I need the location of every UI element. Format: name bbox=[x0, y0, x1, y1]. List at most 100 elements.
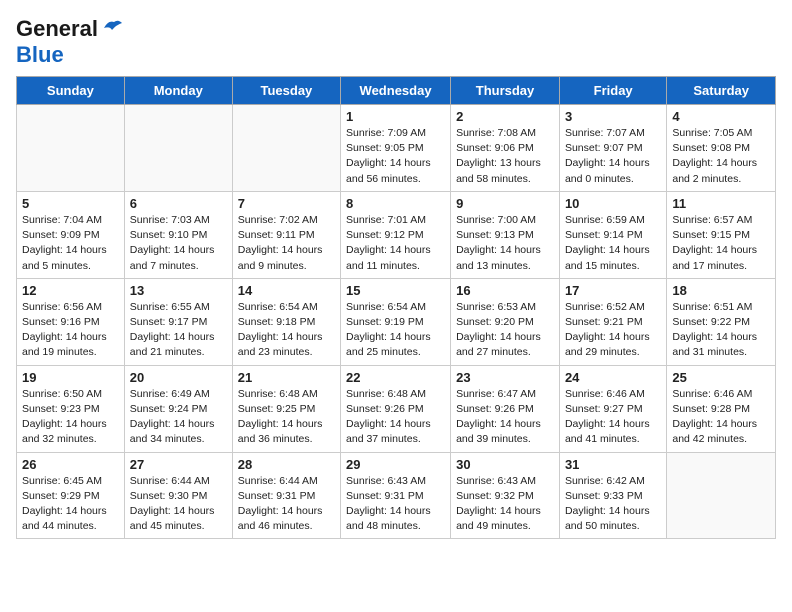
calendar-cell bbox=[17, 105, 125, 192]
day-number: 24 bbox=[565, 370, 661, 385]
col-header-friday: Friday bbox=[559, 77, 666, 105]
calendar-cell: 23 Sunrise: 6:47 AMSunset: 9:26 PMDayligh… bbox=[451, 365, 560, 452]
day-number: 16 bbox=[456, 283, 554, 298]
calendar-cell: 28 Sunrise: 6:44 AMSunset: 9:31 PMDayligh… bbox=[232, 452, 340, 539]
day-info: Sunrise: 7:07 AMSunset: 9:07 PMDaylight:… bbox=[565, 126, 661, 187]
calendar-cell: 13Sunrise: 6:55 AMSunset: 9:17 PMDayligh… bbox=[124, 278, 232, 365]
day-number: 4 bbox=[672, 109, 770, 124]
day-info: Sunrise: 6:48 AMSunset: 9:26 PMDaylight:… bbox=[346, 387, 445, 448]
calendar-cell: 8 Sunrise: 7:01 AMSunset: 9:12 PMDaylight… bbox=[341, 191, 451, 278]
calendar-cell: 14Sunrise: 6:54 AMSunset: 9:18 PMDayligh… bbox=[232, 278, 340, 365]
day-number: 12 bbox=[22, 283, 119, 298]
day-info: Sunrise: 7:02 AMSunset: 9:11 PMDaylight:… bbox=[238, 213, 335, 274]
calendar-cell: 31 Sunrise: 6:42 AMSunset: 9:33 PMDayligh… bbox=[559, 452, 666, 539]
calendar-cell: 7 Sunrise: 7:02 AMSunset: 9:11 PMDaylight… bbox=[232, 191, 340, 278]
day-info: Sunrise: 6:46 AMSunset: 9:28 PMDaylight:… bbox=[672, 387, 770, 448]
day-number: 23 bbox=[456, 370, 554, 385]
day-number: 31 bbox=[565, 457, 661, 472]
calendar-week-5: 26 Sunrise: 6:45 AMSunset: 9:29 PMDayligh… bbox=[17, 452, 776, 539]
calendar-cell bbox=[232, 105, 340, 192]
day-info: Sunrise: 6:56 AMSunset: 9:16 PMDaylight:… bbox=[22, 300, 119, 361]
day-number: 6 bbox=[130, 196, 227, 211]
day-number: 3 bbox=[565, 109, 661, 124]
day-info: Sunrise: 6:49 AMSunset: 9:24 PMDaylight:… bbox=[130, 387, 227, 448]
day-info: Sunrise: 6:42 AMSunset: 9:33 PMDaylight:… bbox=[565, 474, 661, 535]
calendar-cell: 1 Sunrise: 7:09 AMSunset: 9:05 PMDaylight… bbox=[341, 105, 451, 192]
day-info: Sunrise: 7:09 AMSunset: 9:05 PMDaylight:… bbox=[346, 126, 445, 187]
day-info: Sunrise: 7:03 AMSunset: 9:10 PMDaylight:… bbox=[130, 213, 227, 274]
day-info: Sunrise: 6:44 AMSunset: 9:31 PMDaylight:… bbox=[238, 474, 335, 535]
day-info: Sunrise: 6:54 AMSunset: 9:19 PMDaylight:… bbox=[346, 300, 445, 361]
calendar-cell bbox=[667, 452, 776, 539]
day-number: 5 bbox=[22, 196, 119, 211]
day-number: 11 bbox=[672, 196, 770, 211]
day-info: Sunrise: 6:53 AMSunset: 9:20 PMDaylight:… bbox=[456, 300, 554, 361]
logo: General Blue bbox=[16, 16, 124, 68]
calendar-cell: 27Sunrise: 6:44 AMSunset: 9:30 PMDayligh… bbox=[124, 452, 232, 539]
day-number: 1 bbox=[346, 109, 445, 124]
calendar-cell: 15 Sunrise: 6:54 AMSunset: 9:19 PMDayligh… bbox=[341, 278, 451, 365]
day-number: 2 bbox=[456, 109, 554, 124]
day-info: Sunrise: 7:08 AMSunset: 9:06 PMDaylight:… bbox=[456, 126, 554, 187]
day-number: 8 bbox=[346, 196, 445, 211]
day-info: Sunrise: 7:05 AMSunset: 9:08 PMDaylight:… bbox=[672, 126, 770, 187]
day-number: 27 bbox=[130, 457, 227, 472]
day-info: Sunrise: 7:00 AMSunset: 9:13 PMDaylight:… bbox=[456, 213, 554, 274]
calendar-cell: 12 Sunrise: 6:56 AMSunset: 9:16 PMDayligh… bbox=[17, 278, 125, 365]
day-info: Sunrise: 6:55 AMSunset: 9:17 PMDaylight:… bbox=[130, 300, 227, 361]
day-number: 26 bbox=[22, 457, 119, 472]
day-number: 30 bbox=[456, 457, 554, 472]
calendar-cell: 20 Sunrise: 6:49 AMSunset: 9:24 PMDayligh… bbox=[124, 365, 232, 452]
calendar-header-row: SundayMondayTuesdayWednesdayThursdayFrid… bbox=[17, 77, 776, 105]
day-info: Sunrise: 6:46 AMSunset: 9:27 PMDaylight:… bbox=[565, 387, 661, 448]
day-number: 7 bbox=[238, 196, 335, 211]
calendar-cell bbox=[124, 105, 232, 192]
day-number: 21 bbox=[238, 370, 335, 385]
calendar-cell: 17 Sunrise: 6:52 AMSunset: 9:21 PMDayligh… bbox=[559, 278, 666, 365]
calendar-cell: 11 Sunrise: 6:57 AMSunset: 9:15 PMDayligh… bbox=[667, 191, 776, 278]
day-number: 15 bbox=[346, 283, 445, 298]
day-number: 10 bbox=[565, 196, 661, 211]
calendar-cell: 16 Sunrise: 6:53 AMSunset: 9:20 PMDayligh… bbox=[451, 278, 560, 365]
logo-general: General bbox=[16, 16, 98, 42]
calendar-cell: 19 Sunrise: 6:50 AMSunset: 9:23 PMDayligh… bbox=[17, 365, 125, 452]
day-number: 19 bbox=[22, 370, 119, 385]
calendar-week-4: 19 Sunrise: 6:50 AMSunset: 9:23 PMDayligh… bbox=[17, 365, 776, 452]
day-info: Sunrise: 6:47 AMSunset: 9:26 PMDaylight:… bbox=[456, 387, 554, 448]
day-info: Sunrise: 6:54 AMSunset: 9:18 PMDaylight:… bbox=[238, 300, 335, 361]
day-info: Sunrise: 6:50 AMSunset: 9:23 PMDaylight:… bbox=[22, 387, 119, 448]
day-number: 18 bbox=[672, 283, 770, 298]
calendar-cell: 18Sunrise: 6:51 AMSunset: 9:22 PMDayligh… bbox=[667, 278, 776, 365]
calendar-cell: 4 Sunrise: 7:05 AMSunset: 9:08 PMDaylight… bbox=[667, 105, 776, 192]
col-header-saturday: Saturday bbox=[667, 77, 776, 105]
day-info: Sunrise: 6:57 AMSunset: 9:15 PMDaylight:… bbox=[672, 213, 770, 274]
day-number: 25 bbox=[672, 370, 770, 385]
calendar-cell: 26 Sunrise: 6:45 AMSunset: 9:29 PMDayligh… bbox=[17, 452, 125, 539]
col-header-sunday: Sunday bbox=[17, 77, 125, 105]
day-number: 20 bbox=[130, 370, 227, 385]
calendar-cell: 10 Sunrise: 6:59 AMSunset: 9:14 PMDayligh… bbox=[559, 191, 666, 278]
col-header-thursday: Thursday bbox=[451, 77, 560, 105]
calendar-week-1: 1 Sunrise: 7:09 AMSunset: 9:05 PMDaylight… bbox=[17, 105, 776, 192]
day-info: Sunrise: 6:59 AMSunset: 9:14 PMDaylight:… bbox=[565, 213, 661, 274]
calendar-cell: 5Sunrise: 7:04 AMSunset: 9:09 PMDaylight… bbox=[17, 191, 125, 278]
day-info: Sunrise: 7:01 AMSunset: 9:12 PMDaylight:… bbox=[346, 213, 445, 274]
calendar-week-3: 12 Sunrise: 6:56 AMSunset: 9:16 PMDayligh… bbox=[17, 278, 776, 365]
day-number: 28 bbox=[238, 457, 335, 472]
calendar-cell: 2 Sunrise: 7:08 AMSunset: 9:06 PMDaylight… bbox=[451, 105, 560, 192]
calendar-cell: 22 Sunrise: 6:48 AMSunset: 9:26 PMDayligh… bbox=[341, 365, 451, 452]
day-info: Sunrise: 6:48 AMSunset: 9:25 PMDaylight:… bbox=[238, 387, 335, 448]
col-header-wednesday: Wednesday bbox=[341, 77, 451, 105]
day-number: 29 bbox=[346, 457, 445, 472]
day-info: Sunrise: 6:45 AMSunset: 9:29 PMDaylight:… bbox=[22, 474, 119, 535]
calendar-cell: 30 Sunrise: 6:43 AMSunset: 9:32 PMDayligh… bbox=[451, 452, 560, 539]
day-number: 17 bbox=[565, 283, 661, 298]
calendar-week-2: 5Sunrise: 7:04 AMSunset: 9:09 PMDaylight… bbox=[17, 191, 776, 278]
page-header: General Blue bbox=[16, 16, 776, 68]
day-info: Sunrise: 6:43 AMSunset: 9:32 PMDaylight:… bbox=[456, 474, 554, 535]
calendar-cell: 24 Sunrise: 6:46 AMSunset: 9:27 PMDayligh… bbox=[559, 365, 666, 452]
day-number: 22 bbox=[346, 370, 445, 385]
day-info: Sunrise: 6:52 AMSunset: 9:21 PMDaylight:… bbox=[565, 300, 661, 361]
day-number: 9 bbox=[456, 196, 554, 211]
calendar-cell: 21 Sunrise: 6:48 AMSunset: 9:25 PMDayligh… bbox=[232, 365, 340, 452]
